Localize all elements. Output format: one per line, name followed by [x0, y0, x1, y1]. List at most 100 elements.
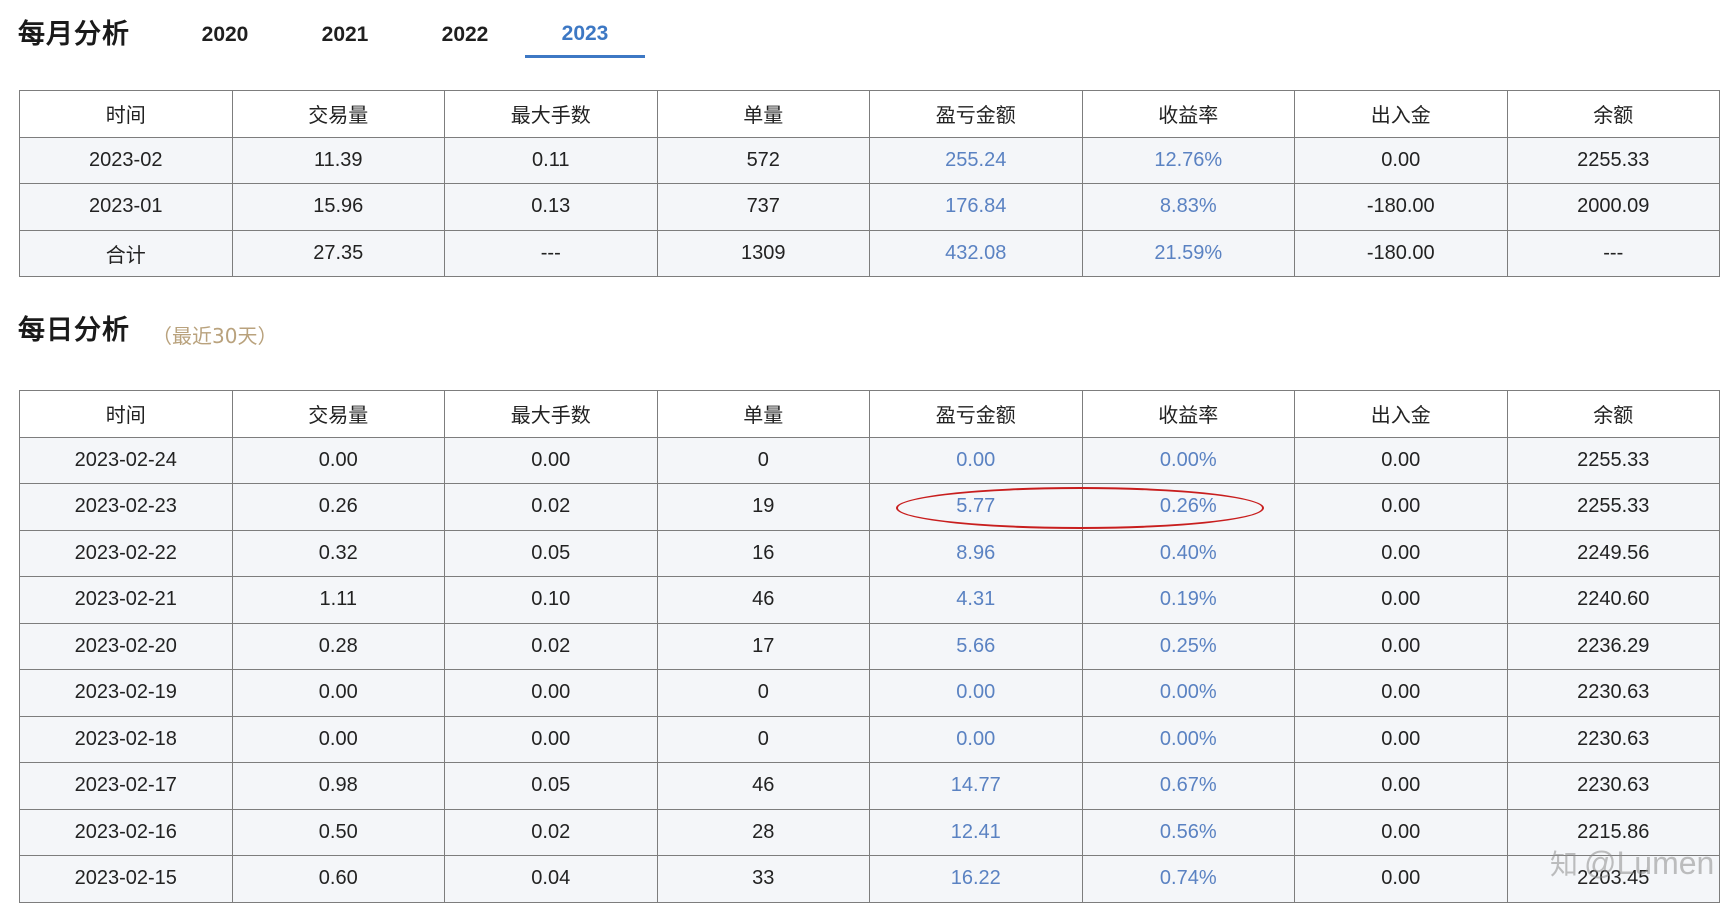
table-cell: 0.26% [1081, 483, 1295, 531]
table-cell: 0.00 [1294, 529, 1508, 577]
table-cell: 0.74% [1081, 855, 1295, 903]
table-cell: 0.28 [231, 622, 445, 670]
column-header: 收益率 [1081, 390, 1295, 438]
table-cell: 176.84 [869, 183, 1083, 231]
table-cell: 572 [656, 136, 870, 184]
table-cell: 0.05 [444, 529, 658, 577]
table-cell: 0.00 [1294, 715, 1508, 763]
tab-2022[interactable]: 2022 [405, 12, 525, 58]
table-cell: 0.00 [1294, 669, 1508, 717]
column-header: 时间 [19, 90, 233, 138]
table-cell: 0.13 [444, 183, 658, 231]
table-cell: 0.00 [869, 715, 1083, 763]
tab-2023[interactable]: 2023 [525, 12, 645, 58]
table-cell: 14.77 [869, 762, 1083, 810]
table-cell: 16.22 [869, 855, 1083, 903]
table-cell: 2249.56 [1506, 529, 1720, 577]
table-cell: 0.00 [231, 669, 445, 717]
daily-analysis-subtitle: （最近30天） [152, 324, 278, 348]
table-cell: 0.32 [231, 529, 445, 577]
table-cell: -180.00 [1294, 229, 1508, 277]
table-cell: 5.66 [869, 622, 1083, 670]
table-cell: 0.40% [1081, 529, 1295, 577]
table-cell: --- [444, 229, 658, 277]
table-cell: 0.00 [1294, 576, 1508, 624]
table-cell: 2023-02-23 [19, 483, 233, 531]
table-cell: 0.00 [1294, 808, 1508, 856]
table-cell: 0.25% [1081, 622, 1295, 670]
column-header: 单量 [656, 90, 870, 138]
table-cell: 46 [656, 762, 870, 810]
daily-analysis-title: 每日分析 [18, 315, 130, 346]
table-cell: 8.83% [1081, 183, 1295, 231]
table-cell: 0.00 [444, 436, 658, 484]
table-cell: 2230.63 [1506, 715, 1720, 763]
column-header: 盈亏金额 [869, 390, 1083, 438]
table-cell: 0.00 [869, 436, 1083, 484]
table-cell: 2023-02-21 [19, 576, 233, 624]
table-cell: 17 [656, 622, 870, 670]
table-cell: 0.00 [231, 715, 445, 763]
watermark: 知 @Lumen [1550, 843, 1714, 883]
table-cell: 2023-02-15 [19, 855, 233, 903]
table-cell: 0.00 [231, 436, 445, 484]
column-header: 出入金 [1294, 90, 1508, 138]
table-cell: 0.00 [1294, 855, 1508, 903]
table-header-row: 时间 交易量 最大手数 单量 盈亏金额 收益率 出入金 余额 [19, 390, 1720, 438]
table-row: 2023-02-19 0.00 0.00 0 0.00 0.00% 0.00 2230.63 [19, 669, 1720, 717]
table-cell: 0.00 [1294, 622, 1508, 670]
table-cell: 0.60 [231, 855, 445, 903]
table-cell: 合计 [19, 229, 233, 277]
watermark-text: @Lumen [1584, 844, 1715, 881]
table-cell: 21.59% [1081, 229, 1295, 277]
table-row: 2023-02-22 0.32 0.05 16 8.96 0.40% 0.00 2249.56 [19, 529, 1720, 577]
table-cell: 2023-02-18 [19, 715, 233, 763]
table-cell: 0.10 [444, 576, 658, 624]
table-row: 2023-02 11.39 0.11 572 255.24 12.76% 0.00 2255.… [19, 136, 1720, 184]
tab-2020[interactable]: 2020 [165, 12, 285, 58]
table-cell: 2230.63 [1506, 762, 1720, 810]
table-cell: 28 [656, 808, 870, 856]
table-cell: 0.00% [1081, 436, 1295, 484]
table-cell: 0.00 [444, 669, 658, 717]
column-header: 最大手数 [444, 90, 658, 138]
table-cell: 2023-02 [19, 136, 233, 184]
table-row: 2023-02-23 0.26 0.02 19 5.77 0.26% 0.00 2255.33 [19, 483, 1720, 531]
table-cell: 2255.33 [1506, 436, 1720, 484]
table-cell: 0.50 [231, 808, 445, 856]
table-cell: 1309 [656, 229, 870, 277]
table-cell: 0.00 [444, 715, 658, 763]
table-cell: 2023-02-17 [19, 762, 233, 810]
year-tabs: 2020 2021 2022 2023 [165, 12, 645, 60]
table-cell: 2255.33 [1506, 136, 1720, 184]
table-row: 2023-02-17 0.98 0.05 46 14.77 0.67% 0.00 2230.6… [19, 762, 1720, 810]
table-cell: 0.00 [869, 669, 1083, 717]
table-cell: 2023-01 [19, 183, 233, 231]
column-header: 时间 [19, 390, 233, 438]
table-cell: 8.96 [869, 529, 1083, 577]
table-cell: 2023-02-20 [19, 622, 233, 670]
table-cell: 0.02 [444, 483, 658, 531]
table-cell: 33 [656, 855, 870, 903]
table-cell: 15.96 [231, 183, 445, 231]
table-cell: 2230.63 [1506, 669, 1720, 717]
table-cell: 0.98 [231, 762, 445, 810]
daily-table: 时间 交易量 最大手数 单量 盈亏金额 收益率 出入金 余额 2023-02-24 0.00 0.… [19, 390, 1720, 903]
column-header: 交易量 [231, 390, 445, 438]
zhihu-icon: 知 [1550, 849, 1579, 880]
table-cell: 11.39 [231, 136, 445, 184]
table-cell: 0.05 [444, 762, 658, 810]
table-cell: 0.04 [444, 855, 658, 903]
table-cell: 19 [656, 483, 870, 531]
table-cell: 2023-02-19 [19, 669, 233, 717]
table-row: 2023-02-21 1.11 0.10 46 4.31 0.19% 0.00 2240.60 [19, 576, 1720, 624]
table-row: 合计 27.35 --- 1309 432.08 21.59% -180.00 --- [19, 229, 1720, 277]
table-cell: 0.00 [1294, 436, 1508, 484]
table-cell: 0.26 [231, 483, 445, 531]
tab-2021[interactable]: 2021 [285, 12, 405, 58]
table-cell: 432.08 [869, 229, 1083, 277]
table-cell: 0.19% [1081, 576, 1295, 624]
table-cell: 737 [656, 183, 870, 231]
table-cell: 0.00 [1294, 136, 1508, 184]
table-cell: 2000.09 [1506, 183, 1720, 231]
